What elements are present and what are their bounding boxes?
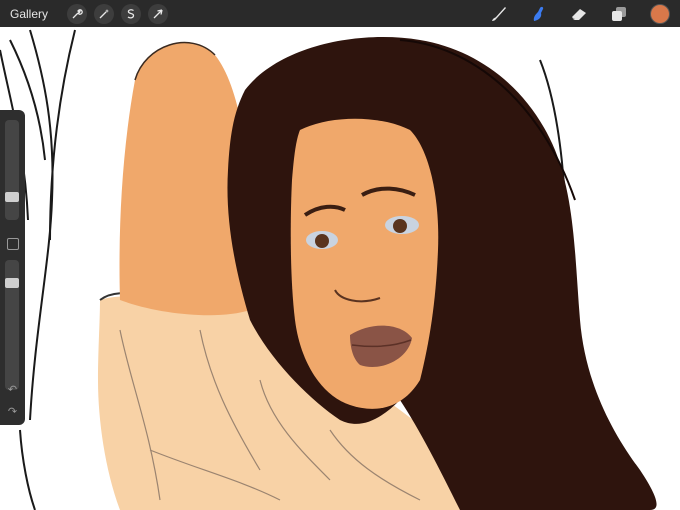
smudge-fill [533, 6, 544, 21]
drawing-canvas[interactable] [0, 27, 680, 510]
brush-size-slider[interactable] [5, 120, 19, 220]
selection-icon[interactable] [121, 3, 142, 24]
layers-icon[interactable] [610, 5, 628, 23]
opacity-thumb[interactable] [5, 278, 19, 288]
top-toolbar: Gallery [0, 0, 680, 27]
modify-button[interactable] [7, 238, 19, 250]
side-toolbar: ↶ ↷ [0, 110, 25, 425]
opacity-slider[interactable] [5, 260, 19, 390]
undo-icon[interactable]: ↶ [5, 382, 20, 396]
actions-icon[interactable] [67, 3, 88, 24]
artwork [0, 29, 657, 510]
eraser-icon[interactable] [570, 5, 588, 23]
brush-icon[interactable] [490, 5, 508, 23]
redo-icon[interactable]: ↷ [5, 404, 20, 418]
smudge-icon[interactable] [530, 5, 548, 23]
gallery-button[interactable]: Gallery [10, 7, 48, 21]
brush-size-thumb[interactable] [5, 192, 19, 202]
adjustments-icon[interactable] [94, 3, 115, 24]
color-swatch[interactable] [650, 3, 670, 24]
transform-icon[interactable] [148, 3, 169, 24]
right-tools [490, 0, 670, 27]
